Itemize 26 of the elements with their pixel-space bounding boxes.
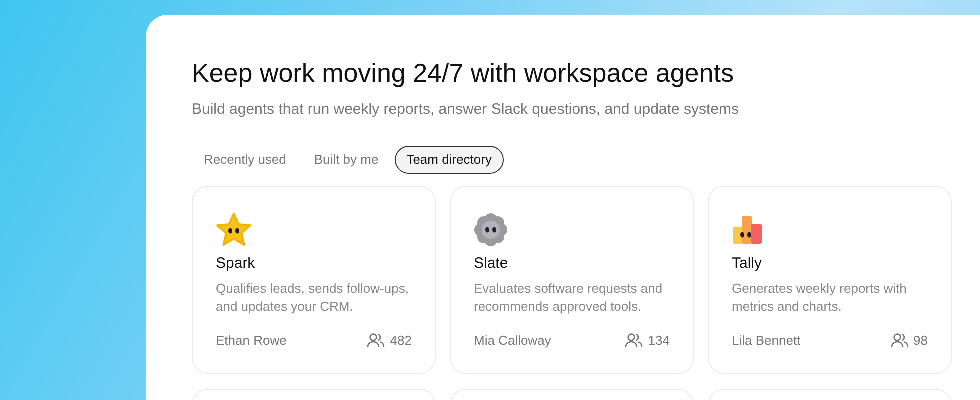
user-count: 482 [390, 332, 412, 350]
agent-description: Evaluates software requests and recommends approved tools. [474, 280, 664, 316]
users-icon [625, 333, 644, 348]
agent-name: Tally [732, 254, 764, 274]
agent-name: Spark [216, 254, 256, 274]
users-icon [890, 333, 909, 348]
flower-icon [474, 212, 508, 246]
agent-card[interactable]: Spark Qualifies leads, sends follow-ups, and updates your CRM. Ethan Rowe 482 [192, 186, 436, 374]
agent-author: Lila Bennett [732, 332, 801, 350]
agent-author: Mia Calloway [474, 332, 552, 350]
agent-author: Ethan Rowe [216, 332, 287, 350]
page-subheading: Build agents that run weekly reports, answer Slack questions, and update systems [192, 100, 740, 120]
filter-tab[interactable]: Team directory [394, 146, 504, 174]
agent-card[interactable]: Tally Generates weekly reports with metrics and charts. Lila Bennett 98 [708, 186, 952, 374]
star-icon [216, 212, 252, 246]
users-icon [367, 333, 386, 348]
filter-tab[interactable]: Built by me [302, 146, 391, 174]
page-heading: Keep work moving 24/7 with workspace agents [192, 57, 735, 89]
user-count: 98 [914, 332, 928, 350]
agent-description: Qualifies leads, sends follow-ups, and updates your CRM. [216, 280, 410, 316]
filter-tab[interactable]: Recently used [192, 146, 298, 174]
user-count: 134 [648, 332, 670, 350]
agent-card[interactable]: Slate Evaluates software requests and recommends approved tools. Mia Calloway 134 [450, 186, 694, 374]
agent-description: Generates weekly reports with metrics and charts. [732, 280, 908, 316]
agent-name: Slate [474, 254, 510, 274]
bar-blocks-icon [732, 214, 764, 244]
